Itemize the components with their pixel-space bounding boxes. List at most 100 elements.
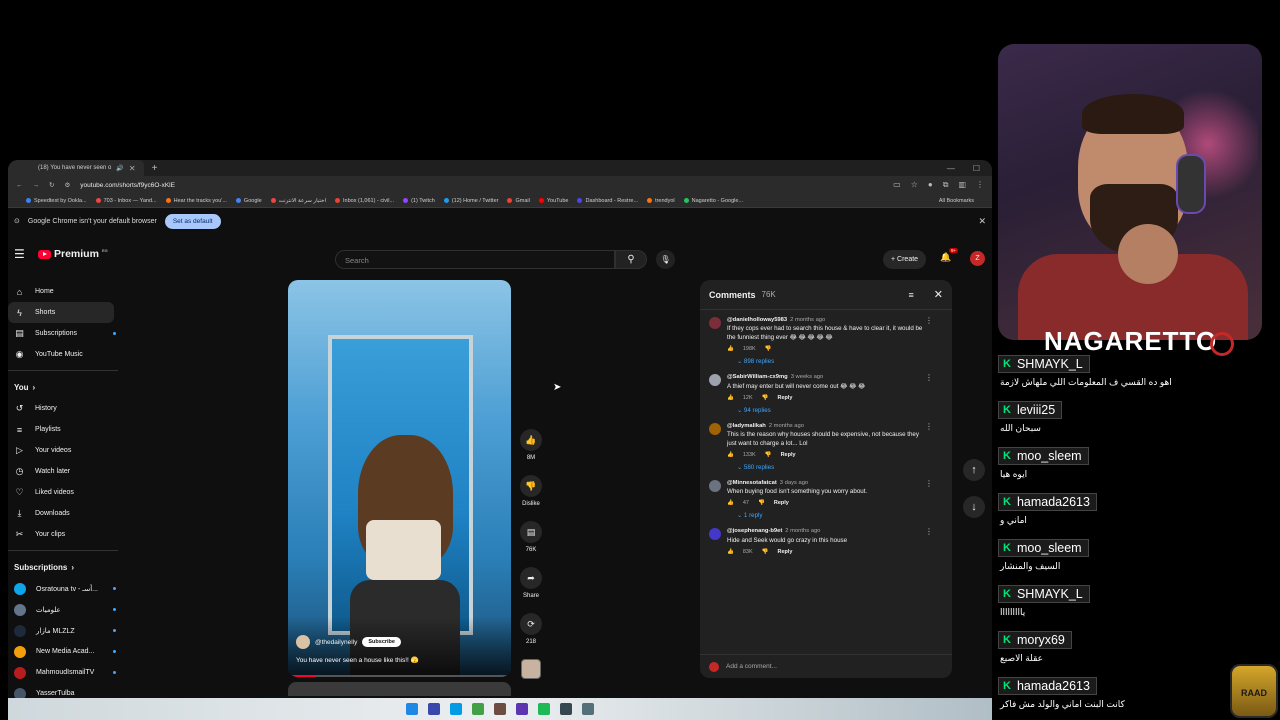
- bookmark-item[interactable]: Gmail: [507, 198, 530, 204]
- sidepanel-icon[interactable]: ▥: [958, 180, 966, 190]
- bookmark-item[interactable]: (12) Home / Twitter: [443, 198, 498, 204]
- reload-icon[interactable]: ↻: [49, 181, 54, 189]
- comment-dislike-icon[interactable]: 👎: [765, 452, 772, 460]
- share-icon[interactable]: ➦: [520, 567, 542, 589]
- bookmark-item[interactable]: Nagaretto - Google...: [683, 198, 743, 204]
- subscribe-button[interactable]: Subscribe: [362, 637, 401, 647]
- sidebar-item-shorts[interactable]: ϟ Shorts: [8, 302, 114, 323]
- comment-author[interactable]: @josephenang-b9et 2 months ago: [727, 527, 929, 535]
- set-default-button[interactable]: Set as default: [164, 213, 221, 229]
- bookmark-item[interactable]: Speedtest by Ookla...: [26, 198, 87, 204]
- infobar-close-icon[interactable]: ✕: [978, 216, 986, 227]
- url-field[interactable]: youtube.com/shorts/f9yc6O-xKlE: [80, 182, 883, 189]
- dislike-icon[interactable]: 👎: [520, 475, 542, 497]
- sidebar-item-youtube-music[interactable]: ◉ YouTube Music: [8, 344, 128, 365]
- reply-button[interactable]: Reply: [774, 500, 789, 508]
- account-avatar[interactable]: Z: [970, 251, 985, 266]
- bookmark-item[interactable]: Dashboard - Restre...: [577, 198, 638, 204]
- comment-dislike-icon[interactable]: 👎: [758, 500, 765, 508]
- chrome-icon[interactable]: [472, 703, 484, 715]
- puzzle-icon[interactable]: ⧉: [943, 180, 949, 190]
- view-replies-button[interactable]: ⌄ 94 replies: [737, 407, 929, 416]
- search-icon[interactable]: ⚲: [615, 250, 647, 269]
- sort-icon[interactable]: ≡: [909, 290, 914, 300]
- comment-dislike-icon[interactable]: 👎: [765, 346, 772, 354]
- commenter-avatar[interactable]: [709, 422, 721, 435]
- reply-button[interactable]: Reply: [778, 549, 793, 557]
- short-video-player[interactable]: @thedailynelly Subscribe You have never …: [288, 280, 511, 677]
- video-progress-bar[interactable]: [288, 675, 511, 677]
- sidebar-item-subscriptions[interactable]: ▤ Subscriptions: [8, 323, 128, 344]
- comment-like-icon[interactable]: 👍: [727, 500, 734, 508]
- sidebar-item-your-videos[interactable]: ▷ Your videos: [8, 440, 128, 461]
- commenter-avatar[interactable]: [709, 528, 721, 541]
- bookmark-item[interactable]: اختبار سرعة الانترنت: [270, 198, 326, 204]
- speaker-icon[interactable]: 🔊: [116, 165, 123, 172]
- comment-author[interactable]: @ladymalikah 2 months ago: [727, 422, 929, 430]
- minimize-icon[interactable]: —: [947, 164, 955, 173]
- extension-icon[interactable]: ●: [928, 180, 933, 190]
- sidebar-item-liked-videos[interactable]: ♡ Liked videos: [8, 482, 128, 503]
- comment-dislike-icon[interactable]: 👎: [762, 395, 769, 403]
- explorer-icon[interactable]: [494, 703, 506, 715]
- bookmark-item[interactable]: 703 - Inbox — Yand...: [95, 198, 157, 204]
- sidebar-you-title[interactable]: You ›: [8, 376, 128, 398]
- site-info-icon[interactable]: ⚙: [64, 181, 70, 189]
- comment-icon[interactable]: ▤: [520, 521, 542, 543]
- comment-author[interactable]: @danielholloway5983 2 months ago: [727, 316, 929, 324]
- commenter-avatar[interactable]: [709, 479, 721, 492]
- notifications-bell-icon[interactable]: 🔔: [940, 252, 951, 263]
- forward-icon[interactable]: →: [33, 182, 40, 189]
- bookmark-item[interactable]: trendyol: [647, 198, 675, 204]
- sidebar-item-your-clips[interactable]: ✂ Your clips: [8, 524, 128, 545]
- create-button[interactable]: + Create: [883, 250, 927, 269]
- comment-author[interactable]: @Minnesotafatcat 3 days ago: [727, 479, 929, 487]
- sidebar-item-history[interactable]: ↺ History: [8, 398, 128, 419]
- cast-icon[interactable]: ▭: [893, 180, 901, 190]
- microphone-icon[interactable]: 🎙: [656, 250, 675, 269]
- bookmark-item[interactable]: (1) Twitch: [403, 198, 435, 204]
- back-icon[interactable]: ←: [16, 182, 23, 189]
- commenter-avatar[interactable]: [709, 374, 721, 387]
- sidebar-subscription-item[interactable]: New Media Acad...: [8, 641, 128, 662]
- view-replies-button[interactable]: ⌄ 1 reply: [737, 512, 929, 521]
- steam-icon[interactable]: [560, 703, 572, 715]
- comment-author-name[interactable]: @josephenang-b9et: [727, 528, 782, 534]
- new-tab-icon[interactable]: +: [152, 163, 158, 174]
- like-icon[interactable]: 👍: [520, 429, 542, 451]
- remix-icon[interactable]: ⟳: [520, 613, 542, 635]
- view-replies-button[interactable]: ⌄ 580 replies: [737, 464, 929, 473]
- spotify-icon[interactable]: [538, 703, 550, 715]
- view-replies-button[interactable]: ⌄ 898 replies: [737, 358, 929, 367]
- more-options-icon[interactable]: ⋮: [925, 527, 933, 536]
- previous-short-arrow-icon[interactable]: ↑: [963, 459, 985, 481]
- bookmark-item[interactable]: Inbox (1,061) - civil...: [335, 198, 394, 204]
- sidebar-subscription-item[interactable]: Osratouna tv - أسـ...: [8, 578, 128, 599]
- sound-thumbnail[interactable]: [521, 659, 541, 679]
- comment-like-icon[interactable]: 👍: [727, 452, 734, 460]
- menu-icon[interactable]: ⋮: [976, 180, 984, 190]
- more-options-icon[interactable]: ⋮: [925, 316, 933, 325]
- sidebar-subscription-item[interactable]: MahmoudIsmailTV: [8, 662, 128, 683]
- edge-icon[interactable]: [450, 703, 462, 715]
- sidebar-subscription-item[interactable]: علوميات: [8, 599, 128, 620]
- reply-button[interactable]: Reply: [781, 452, 796, 460]
- comment-author-name[interactable]: @ladymalikah: [727, 423, 766, 429]
- more-options-icon[interactable]: ⋮: [925, 422, 933, 431]
- all-bookmarks[interactable]: All Bookmarks: [939, 198, 974, 204]
- add-comment-input[interactable]: Add a comment...: [726, 663, 777, 670]
- comment-like-icon[interactable]: 👍: [727, 346, 734, 354]
- tab-close-icon[interactable]: ✕: [129, 164, 136, 173]
- comment-like-icon[interactable]: 👍: [727, 549, 734, 557]
- close-icon[interactable]: ✕: [934, 288, 943, 301]
- comment-like-icon[interactable]: 👍: [727, 395, 734, 403]
- channel-name[interactable]: @thedailynelly: [315, 639, 357, 646]
- more-options-icon[interactable]: ⋮: [925, 373, 933, 382]
- more-options-icon[interactable]: ⋮: [925, 479, 933, 488]
- sidebar-item-watch-later[interactable]: ◷ Watch later: [8, 461, 128, 482]
- sidebar-item-home[interactable]: ⌂ Home: [8, 281, 128, 302]
- comment-author-name[interactable]: @SabirWilliam-cx9mg: [727, 374, 788, 380]
- commenter-avatar[interactable]: [709, 317, 721, 329]
- comment-dislike-icon[interactable]: 👎: [762, 549, 769, 557]
- next-short-arrow-icon[interactable]: ↓: [963, 496, 985, 518]
